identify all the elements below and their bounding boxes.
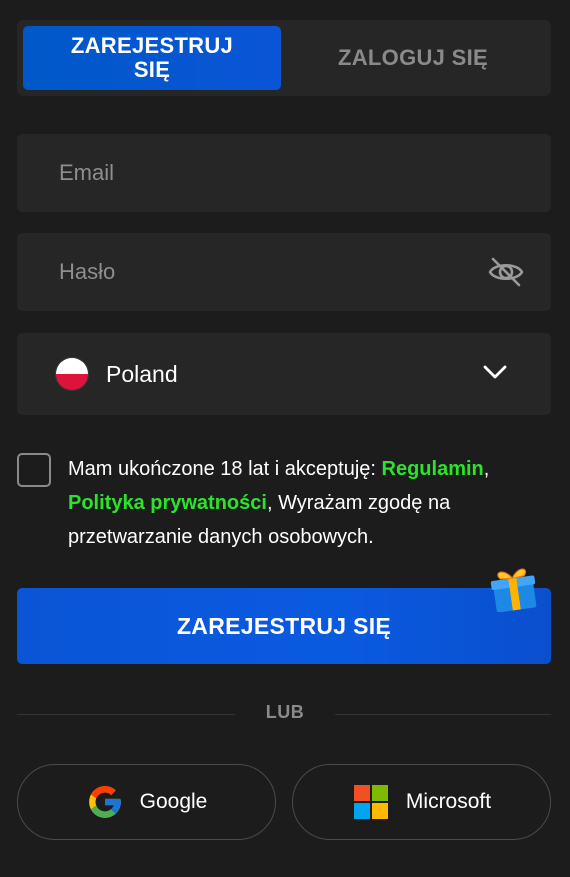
email-input[interactable] xyxy=(57,159,461,187)
microsoft-label: Microsoft xyxy=(405,790,492,813)
google-label: Google xyxy=(139,790,208,813)
microsoft-login-button[interactable]: Microsoft xyxy=(292,764,551,840)
tab-register[interactable]: ZAREJESTRUJ SIĘ xyxy=(23,26,281,90)
poland-flag-icon xyxy=(55,357,89,391)
chevron-down-icon[interactable] xyxy=(483,363,507,381)
tab-login[interactable]: ZALOGUJ SIĘ xyxy=(281,26,545,90)
register-submit-button[interactable]: ZAREJESTRUJ SIĘ xyxy=(17,588,551,664)
divider-label: LUB xyxy=(265,702,305,722)
gift-icon xyxy=(490,568,537,612)
email-field[interactable] xyxy=(17,134,551,212)
agreement-checkbox[interactable] xyxy=(17,453,51,487)
register-submit-label: ZAREJESTRUJ SIĘ xyxy=(176,612,392,639)
eye-off-icon[interactable] xyxy=(487,254,525,290)
auth-tabs: ZAREJESTRUJ SIĘ ZALOGUJ SIĘ xyxy=(17,20,551,96)
country-select[interactable]: Poland xyxy=(17,333,551,415)
microsoft-icon xyxy=(353,785,388,819)
password-input[interactable] xyxy=(57,258,461,286)
agreement-separator: , xyxy=(483,458,490,480)
privacy-link[interactable]: Polityka prywatności xyxy=(68,492,267,514)
agreement-text-before: Mam ukończone 18 lat i akceptuję: xyxy=(68,458,382,480)
agreement-row: Mam ukończone 18 lat i akceptuję: Regula… xyxy=(17,452,551,554)
country-value: Poland xyxy=(106,360,178,387)
tab-login-label: ZALOGUJ SIĘ xyxy=(338,45,488,70)
tab-register-label: ZAREJESTRUJ SIĘ xyxy=(70,33,234,82)
google-icon xyxy=(88,786,121,818)
terms-link[interactable]: Regulamin xyxy=(382,458,484,480)
agreement-text: Mam ukończone 18 lat i akceptuję: Regula… xyxy=(68,452,548,554)
password-field[interactable] xyxy=(17,233,551,311)
google-login-button[interactable]: Google xyxy=(17,764,276,840)
